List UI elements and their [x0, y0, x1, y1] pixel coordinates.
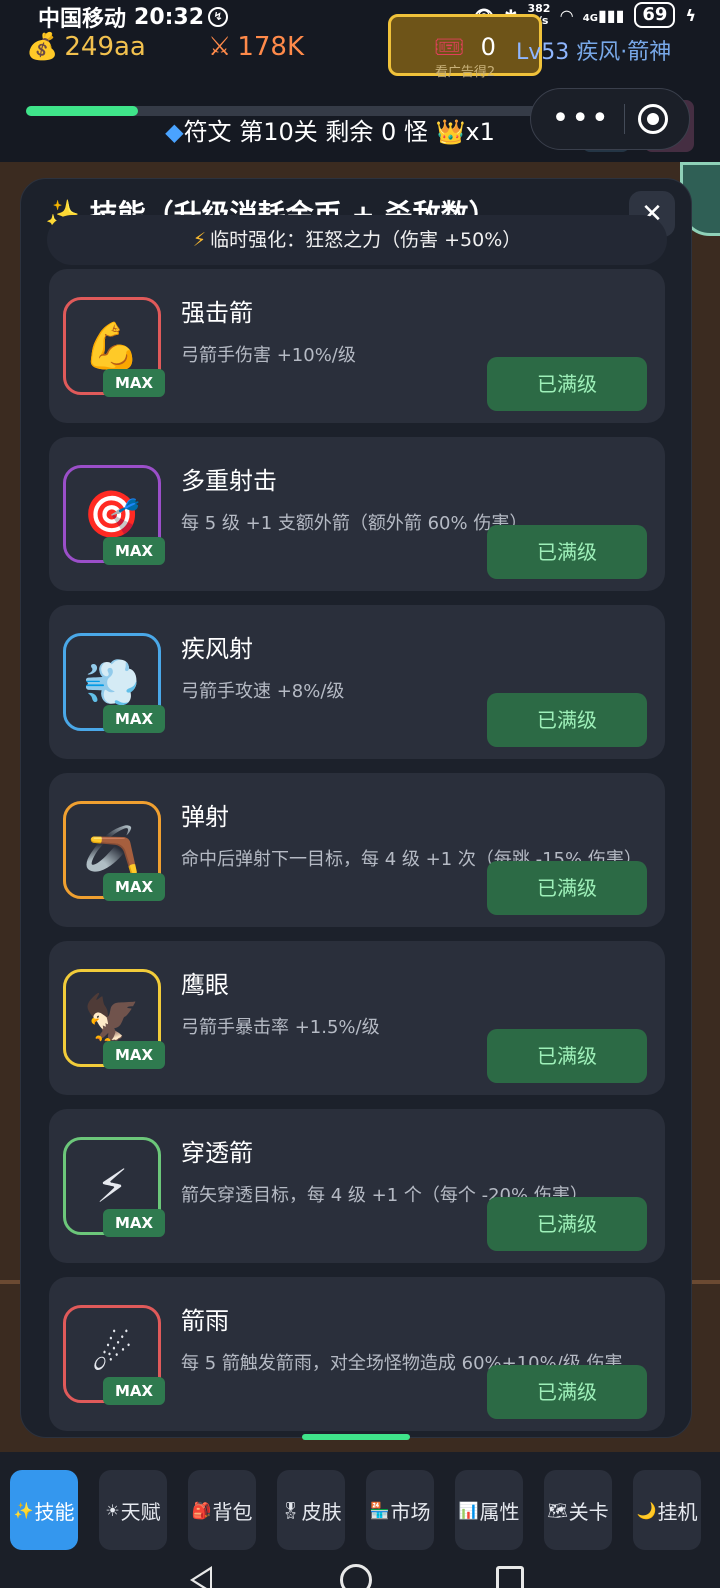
lightning-icon: ⚡ — [192, 229, 207, 251]
skill-maxed-button[interactable]: 已满级 — [487, 1029, 647, 1083]
skill-card: 💪 MAX 强击箭 弓箭手伤害 +10%/级 已满级 — [49, 269, 665, 423]
crossed-swords-icon: ⚔ — [208, 32, 232, 62]
sun-icon: ☀ — [105, 1500, 120, 1520]
skill-card: 💨 MAX 疾风射 弓箭手攻速 +8%/级 已满级 — [49, 605, 665, 759]
clock: 20:32 — [134, 4, 205, 30]
tab-label: 技能 — [34, 1499, 75, 1524]
tab-sparkles[interactable]: ✨ 技能 — [10, 1470, 78, 1550]
skill-name: 多重射击 — [181, 467, 277, 495]
max-level-badge: MAX — [103, 537, 165, 565]
home-icon[interactable] — [340, 1564, 372, 1588]
tab-label: 皮肤 — [301, 1499, 342, 1524]
max-level-badge: MAX — [103, 1377, 165, 1405]
skill-name: 疾风射 — [181, 635, 253, 663]
tab-label: 背包 — [212, 1499, 253, 1524]
system-status-bar: 中国移动 20:32 ↯ 👁 ✱ 382B/s ◠ 4G▮▮▮ 69 ϟ — [0, 0, 720, 34]
skill-name: 弹射 — [181, 803, 229, 831]
shop-icon: 🏪 — [369, 1500, 390, 1520]
tab-sun[interactable]: ☀ 天赋 — [99, 1470, 167, 1550]
ad-ticket-count: 0 — [480, 33, 496, 61]
class-name: 疾风·箭神 — [576, 40, 672, 65]
tab-backpack[interactable]: 🎒 背包 — [188, 1470, 256, 1550]
rune-diamond-icon: ◆ — [165, 118, 184, 146]
nav-tabs: ✨ 技能 ☀ 天赋 🎒 背包 🎖 皮肤 🏪 市场 📊 属性 🗺 关卡 🌙 挂机 — [10, 1470, 701, 1550]
skill-card: ☄ MAX 箭雨每 5 箭触发箭雨，对全场怪物造成 60%+10%/级 伤害 已满级 — [49, 1277, 665, 1431]
gold-counter: 💰 249aa — [26, 32, 146, 62]
max-level-badge: MAX — [103, 1041, 165, 1069]
charging-icon: ϟ — [685, 5, 696, 25]
attack-amount: 178K — [237, 32, 304, 62]
max-level-badge: MAX — [103, 369, 165, 397]
notification-icon: ↯ — [208, 7, 229, 27]
crown-icon: 👑 — [435, 118, 466, 146]
max-level-badge: MAX — [103, 1209, 165, 1237]
signal-icon: 4G▮▮▮ — [582, 5, 625, 25]
skill-card: ⚡ MAX 穿透箭 箭矢穿透目标，每 4 级 +1 个（每个 -20% 伤害） 已满级 — [49, 1109, 665, 1263]
scroll-indicator — [302, 1434, 410, 1440]
moon-icon: 🌙 — [636, 1500, 657, 1520]
skill-maxed-button[interactable]: 已满级 — [487, 861, 647, 915]
wifi-icon: ◠ — [560, 5, 573, 25]
crown-multiplier: x1 — [465, 118, 495, 146]
max-level-badge: MAX — [103, 705, 165, 733]
skill-name: 鹰眼 — [181, 971, 229, 999]
map-icon: 🗺 — [547, 1500, 568, 1520]
skill-name: 强击箭 — [181, 299, 253, 327]
back-icon[interactable] — [190, 1566, 212, 1588]
system-navigation-bar — [0, 1564, 720, 1588]
player-level: Lv53 疾风·箭神 — [516, 40, 672, 65]
medal-icon: 🎖 — [280, 1500, 301, 1520]
tab-label: 挂机 — [657, 1499, 698, 1524]
max-level-badge: MAX — [103, 873, 165, 901]
skills-panel: ✨ 技能（升级消耗金币 + 杀敌数） ✕ ⚡临时强化：狂怒之力（伤害 +50%）… — [20, 178, 692, 1438]
carrier-name: 中国移动 — [38, 7, 127, 32]
sparkles-icon: ✨ — [13, 1500, 34, 1520]
skill-maxed-button[interactable]: 已满级 — [487, 1197, 647, 1251]
skill-maxed-button[interactable]: 已满级 — [487, 525, 647, 579]
tab-map[interactable]: 🗺 关卡 — [544, 1470, 612, 1550]
skill-name: 箭雨 — [181, 1307, 229, 1335]
tab-label: 天赋 — [120, 1499, 161, 1524]
ticket-icon: 🎟 — [434, 33, 465, 61]
tab-medal[interactable]: 🎖 皮肤 — [277, 1470, 345, 1550]
skill-maxed-button[interactable]: 已满级 — [487, 1365, 647, 1419]
tab-label: 属性 — [479, 1499, 520, 1524]
money-bag-icon: 💰 — [26, 32, 59, 62]
tab-label: 市场 — [390, 1499, 431, 1524]
skill-maxed-button[interactable]: 已满级 — [487, 357, 647, 411]
backpack-icon: 🎒 — [191, 1500, 212, 1520]
tab-label: 关卡 — [568, 1499, 609, 1524]
gold-amount: 249aa — [64, 32, 146, 62]
stage-text: 符文 第10关 剩余 0 怪 — [183, 118, 428, 146]
skill-card: 🎯 MAX 多重射击每 5 级 +1 支额外箭（额外箭 60% 伤害） 已满级 — [49, 437, 665, 591]
tab-shop[interactable]: 🏪 市场 — [366, 1470, 434, 1550]
top-hud: 💰 249aa ⚔ 178K 🎟 0 看广告得2 Lv53 疾风·箭神 — [0, 14, 720, 116]
buff-text: 临时强化：狂怒之力（伤害 +50%） — [210, 229, 522, 251]
skill-card: 🪃 MAX 弹射 命中后弹射下一目标，每 4 级 +1 次（每跳 -15% 伤害） 已满… — [49, 773, 665, 927]
skill-maxed-button[interactable]: 已满级 — [487, 693, 647, 747]
battery-indicator: 69 — [634, 2, 676, 28]
bottom-navigation: ✨ 技能 ☀ 天赋 🎒 背包 🎖 皮肤 🏪 市场 📊 属性 🗺 关卡 🌙 挂机 — [0, 1452, 720, 1588]
skill-name: 穿透箭 — [181, 1139, 253, 1167]
stage-info: ◆符文 第10关 剩余 0 怪 👑x1 — [0, 112, 660, 147]
attack-power: ⚔ 178K — [208, 32, 304, 62]
skill-card: 🦅 MAX 鹰眼 弓箭手暴击率 +1.5%/级 已满级 — [49, 941, 665, 1095]
tab-chart[interactable]: 📊 属性 — [455, 1470, 523, 1550]
tab-moon[interactable]: 🌙 挂机 — [633, 1470, 701, 1550]
recents-icon[interactable] — [496, 1566, 524, 1588]
temporary-buff-banner: ⚡ 临时强化：狂怒之力（伤害 +50%） — [47, 215, 667, 265]
chart-icon: 📊 — [458, 1500, 479, 1520]
